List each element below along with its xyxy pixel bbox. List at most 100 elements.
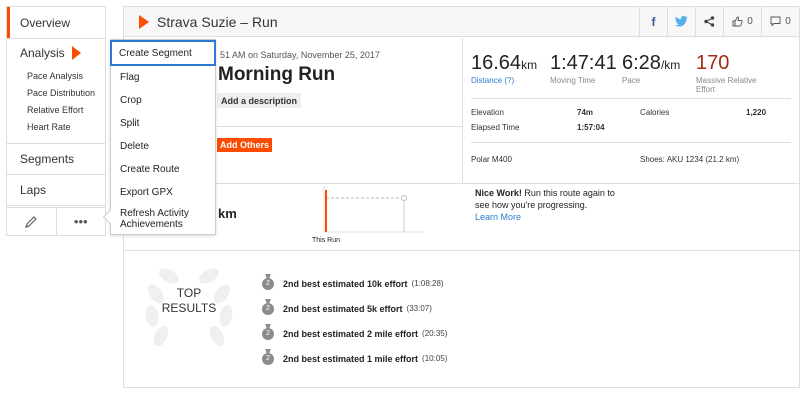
pace-value: 6:28	[622, 52, 661, 74]
elapsed-time-value: 1:57:04	[577, 123, 605, 132]
silver-medal-icon: 2	[262, 327, 274, 340]
distance-label[interactable]: Distance (?)	[471, 76, 537, 85]
list-item: 2 2nd best estimated 10k effort (1:08:28…	[262, 271, 447, 296]
comment-icon	[770, 16, 781, 27]
silver-medal-icon: 2	[262, 352, 274, 365]
divider	[217, 126, 462, 127]
top-results-badge: TOP RESULTS	[134, 254, 234, 354]
top-results-title-line1: TOP	[176, 286, 202, 300]
top-results-title-line2: RESULTS	[161, 301, 217, 315]
menu-item-create-segment[interactable]: Create Segment	[110, 40, 216, 66]
achievement-time: (1:08:28)	[411, 279, 444, 288]
activity-header: Strava Suzie – Run f 0 0	[124, 7, 799, 37]
comment-count: 0	[785, 16, 791, 27]
relative-effort-value: 170	[696, 52, 730, 74]
activity-panel: Strava Suzie – Run f 0 0 51 AM on Saturd…	[123, 6, 800, 388]
achievement-list: 2 2nd best estimated 10k effort (1:08:28…	[262, 271, 447, 371]
moving-time-label: Moving Time	[550, 76, 596, 85]
sidebar-item-label: Segments	[20, 152, 75, 166]
stat-pace: 6:28/km Pace	[622, 52, 680, 85]
stat-moving-time: 1:47:41 Moving Time	[550, 52, 617, 85]
sidebar-item-segments[interactable]: Segments	[7, 143, 105, 174]
stat-distance: 16.64km Distance (?)	[471, 52, 537, 85]
menu-item-create-route[interactable]: Create Route	[111, 158, 215, 181]
share-button[interactable]	[695, 7, 723, 36]
achievement-text: 2nd best estimated 2 mile effort	[283, 328, 419, 339]
twitter-icon	[675, 16, 688, 27]
kudos-count: 0	[747, 16, 753, 27]
relative-effort-label: Massive Relative Effort	[696, 76, 757, 94]
calories-value: 1,220	[746, 108, 767, 117]
achievement-time: (20:35)	[422, 329, 448, 338]
analysis-header[interactable]: Analysis	[7, 39, 105, 67]
achievement-text: 2nd best estimated 10k effort	[283, 278, 408, 289]
list-item: 2 2nd best estimated 1 mile effort (10:0…	[262, 346, 447, 371]
chevron-right-icon	[71, 46, 81, 60]
nice-work-message: Nice Work! Run this route again to see h…	[475, 187, 625, 223]
sidebar-item-pace-distribution[interactable]: Pace Distribution	[7, 84, 105, 101]
analysis-submenu: Pace Analysis Pace Distribution Relative…	[7, 67, 105, 143]
list-item: 2 2nd best estimated 2 mile effort (20:3…	[262, 321, 447, 346]
sidebar-item-relative-effort[interactable]: Relative Effort	[7, 101, 105, 118]
distance-value: 16.64	[471, 52, 522, 74]
achievement-time: (10:05)	[422, 354, 448, 363]
sidebar-item-heart-rate[interactable]: Heart Rate	[7, 118, 105, 135]
sidebar-nav: Overview Analysis Pace Analysis Pace Dis…	[6, 6, 106, 206]
device-name: Polar M400	[471, 155, 512, 164]
moving-time-value: 1:47:41	[550, 52, 617, 74]
distance-unit: km	[521, 58, 538, 72]
silver-medal-icon: 2	[262, 302, 274, 315]
stat-relative-effort[interactable]: 170 Massive Relative Effort	[696, 52, 766, 94]
sidebar-item-label: Analysis	[20, 46, 65, 60]
pace-unit: /km	[660, 58, 681, 72]
chevron-right-icon	[139, 14, 149, 29]
divider	[462, 38, 463, 183]
menu-item-crop[interactable]: Crop	[111, 89, 215, 112]
menu-item-delete[interactable]: Delete	[111, 135, 215, 158]
activity-tools: •••	[6, 207, 106, 236]
this-run-label: This Run	[312, 237, 340, 244]
activity-date: 51 AM on Saturday, November 25, 2017	[220, 50, 380, 60]
edit-button[interactable]	[7, 208, 56, 235]
sidebar-item-label: Overview	[20, 15, 71, 30]
route-comparison: km This Run Nice Work! Run this route ag…	[124, 184, 799, 250]
header-actions: f 0 0	[639, 7, 799, 36]
divider	[471, 98, 791, 99]
sidebar-item-laps[interactable]: Laps	[7, 174, 105, 205]
more-actions-button[interactable]: •••	[55, 208, 106, 235]
list-item: 2 2nd best estimated 5k effort (33:07)	[262, 296, 447, 321]
achievement-time: (33:07)	[406, 304, 432, 313]
add-others-button[interactable]: Add Others	[217, 138, 273, 152]
activity-summary: 51 AM on Saturday, November 25, 2017 Mor…	[124, 38, 799, 183]
menu-item-flag[interactable]: Flag	[111, 66, 215, 89]
share-icon	[704, 16, 715, 27]
activity-title[interactable]: Morning Run	[218, 64, 335, 86]
sidebar-item-overview[interactable]: Overview	[7, 7, 105, 38]
kudos-icon	[732, 16, 743, 27]
comment-button[interactable]: 0	[761, 7, 799, 36]
facebook-icon: f	[651, 14, 656, 29]
pencil-icon	[25, 215, 38, 228]
elevation-value: 74m	[577, 108, 594, 117]
activity-athlete-title: Strava Suzie – Run	[157, 13, 278, 30]
route-comparison-chart: This Run	[312, 186, 424, 244]
activity-sidebar: Overview Analysis Pace Analysis Pace Dis…	[6, 6, 106, 206]
twitter-share-button[interactable]	[667, 7, 695, 36]
shoes-info: Shoes: AKU 1234 (21.2 km)	[640, 155, 740, 164]
actions-menu: Create Segment Flag Crop Split Delete Cr…	[102, 39, 216, 235]
sidebar-item-label: Laps	[20, 183, 47, 197]
menu-item-export-gpx[interactable]: Export GPX	[111, 181, 215, 204]
ellipsis-icon: •••	[73, 214, 88, 229]
kudos-button[interactable]: 0	[723, 7, 761, 36]
achievement-text: 2nd best estimated 5k effort	[283, 303, 403, 314]
pace-label: Pace	[622, 76, 641, 85]
sidebar-item-pace-analysis[interactable]: Pace Analysis	[7, 67, 105, 84]
facebook-share-button[interactable]: f	[639, 7, 667, 36]
learn-more-link[interactable]: Learn More	[475, 212, 521, 222]
menu-item-refresh-achievements[interactable]: Refresh Activity Achievements	[111, 204, 215, 234]
elapsed-time-label: Elapsed Time	[471, 123, 520, 132]
add-description-button[interactable]: Add a description	[217, 93, 302, 108]
sidebar-item-analysis[interactable]: Analysis Pace Analysis Pace Distribution…	[7, 38, 105, 143]
achievement-text: 2nd best estimated 1 mile effort	[283, 353, 419, 364]
menu-item-split[interactable]: Split	[111, 112, 215, 135]
